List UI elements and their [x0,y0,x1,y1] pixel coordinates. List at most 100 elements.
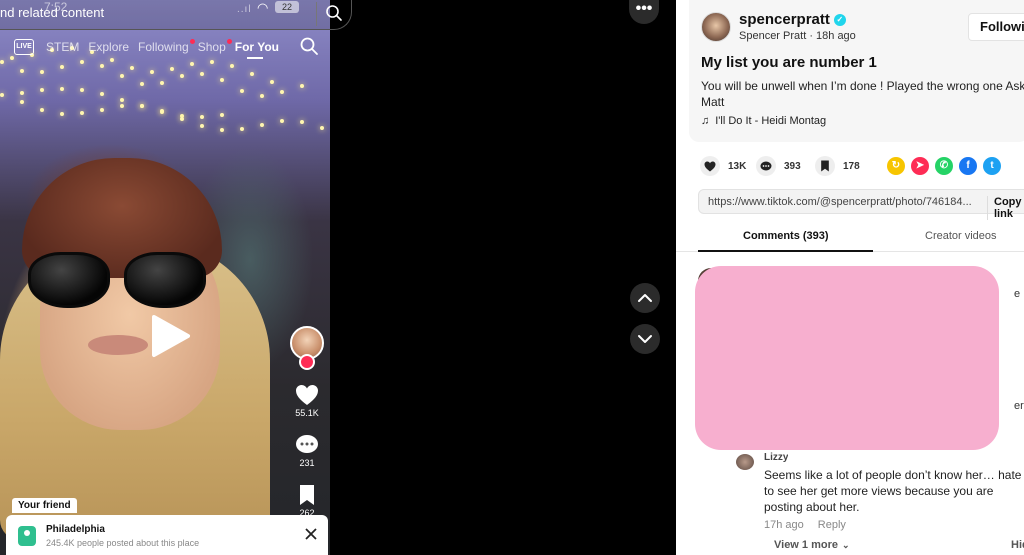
post-description: You will be unwell when I’m done ! Playe… [701,79,1024,109]
video-comment-action[interactable]: 231 [288,434,326,468]
follow-plus-icon[interactable] [299,354,315,370]
light-bulb [80,111,84,116]
creator-avatar[interactable] [701,12,731,42]
video-comment-count: 231 [299,458,315,468]
light-bulb [280,90,284,95]
light-bulb [230,63,234,68]
heart-icon [296,385,318,405]
nav-tab-stem[interactable]: STEM [46,40,79,54]
video-like-action[interactable]: 55.1K [288,384,326,418]
light-bulb [0,93,4,98]
nav-tab-shop[interactable]: Shop [198,39,232,54]
light-bulb [40,107,44,112]
video-like-count: 55.1K [295,408,319,418]
light-bulb [120,103,124,108]
more-options-button[interactable]: ••• [629,0,659,24]
post-comment-action[interactable]: 393 [756,155,801,177]
video-player[interactable]: LIVE STEM Explore Following Shop For You… [0,0,330,555]
heart-icon [700,156,720,176]
light-bulb [20,100,24,104]
reply-meta: 17h ago Reply [764,519,860,531]
nav-tab-for-you[interactable]: For You [235,40,279,59]
light-bulb [250,72,254,77]
light-bulb [40,70,44,75]
repost-icon[interactable]: ↻ [887,157,905,175]
twitter-icon[interactable]: t [983,157,1001,175]
place-subtitle: 245.4K people posted about this place [46,538,200,548]
post-title: My list you are number 1 [701,54,877,71]
light-bulb [300,84,304,89]
music-link[interactable]: ♫ I'll Do It - Heidi Montag [701,115,826,127]
place-name: Philadelphia [46,524,105,535]
tab-creator-videos[interactable]: Creator videos [925,230,997,242]
video-save-action[interactable]: 262 [288,484,326,518]
light-bulb [200,124,204,129]
battery-icon: 22 [275,1,299,13]
play-icon[interactable] [150,313,192,359]
post-save-action[interactable]: 178 [815,155,860,177]
light-bulb [100,64,104,69]
comment-text-fragment: er [1014,400,1024,412]
light-bulb [200,72,204,76]
close-icon[interactable] [304,527,318,541]
light-bulb [150,69,154,74]
reply-username[interactable]: Lizzy [764,452,788,464]
send-direct-icon[interactable]: ➤ [911,157,929,175]
reply-avatar[interactable] [736,454,754,470]
light-bulb [120,97,124,102]
copy-link-button[interactable]: Copy link [987,196,1024,220]
hide-replies[interactable]: Hide [1011,539,1024,551]
nav-tab-explore[interactable]: Explore [88,40,129,54]
place-card[interactable]: Philadelphia 245.4K people posted about … [6,515,328,555]
light-bulb [140,81,144,86]
light-bulb [140,104,144,109]
creator-username[interactable]: spencerpratt ✓ [739,11,846,28]
chevron-up-icon [638,294,652,302]
light-bulb [110,58,114,63]
redaction-overlay [695,266,999,450]
post-save-count: 178 [843,160,860,172]
light-bulb [80,60,84,65]
whatsapp-icon[interactable]: ✆ [935,157,953,175]
facebook-icon[interactable]: f [959,157,977,175]
details-panel: spencerpratt ✓ Spencer Pratt · 18h ago Fo… [676,0,1024,555]
search-icon[interactable] [299,36,319,56]
light-bulb [60,64,64,69]
post-like-action[interactable]: 13K [700,155,746,177]
next-video-button[interactable] [630,324,660,354]
previous-video-button[interactable] [630,283,660,313]
location-pin-icon [18,526,36,546]
nav-tab-following[interactable]: Following [138,39,195,54]
search-icon[interactable] [325,4,343,22]
view-more-replies[interactable]: View 1 more ⌄ [774,539,850,551]
link-box: https://www.tiktok.com/@spencerpratt/pho… [698,189,1024,220]
light-bulb [100,107,104,112]
light-bulb [240,126,244,131]
light-bulb [40,88,44,93]
view-more-label: View 1 more [774,539,838,551]
light-bulb [20,69,24,74]
light-bulb [260,122,264,127]
page: LIVE STEM Explore Following Shop For You… [0,0,1024,555]
chevron-down-icon: ⌄ [842,540,850,550]
light-bulb [260,93,264,98]
comment-bubble-icon [296,435,318,453]
light-bulb [80,88,84,93]
music-title: I'll Do It - Heidi Montag [715,115,827,127]
light-bulb [170,67,174,72]
live-icon[interactable]: LIVE [14,39,34,55]
reply-time: 17h ago [764,519,804,531]
light-bulb [240,88,244,93]
light-bulb [220,113,224,118]
tab-comments[interactable]: Comments (393) [743,230,829,242]
reply-button[interactable]: Reply [818,519,846,531]
light-bulb [220,78,224,83]
video-top-nav: LIVE STEM Explore Following Shop For You [14,36,288,59]
light-bulb [190,62,194,67]
following-button[interactable]: Following [968,13,1024,41]
wifi-icon: ◠ [257,0,269,15]
post-like-count: 13K [728,160,747,172]
share-url[interactable]: https://www.tiktok.com/@spencerpratt/pho… [708,196,972,208]
string-lights [0,40,330,160]
comment-bubble-icon [756,156,776,176]
